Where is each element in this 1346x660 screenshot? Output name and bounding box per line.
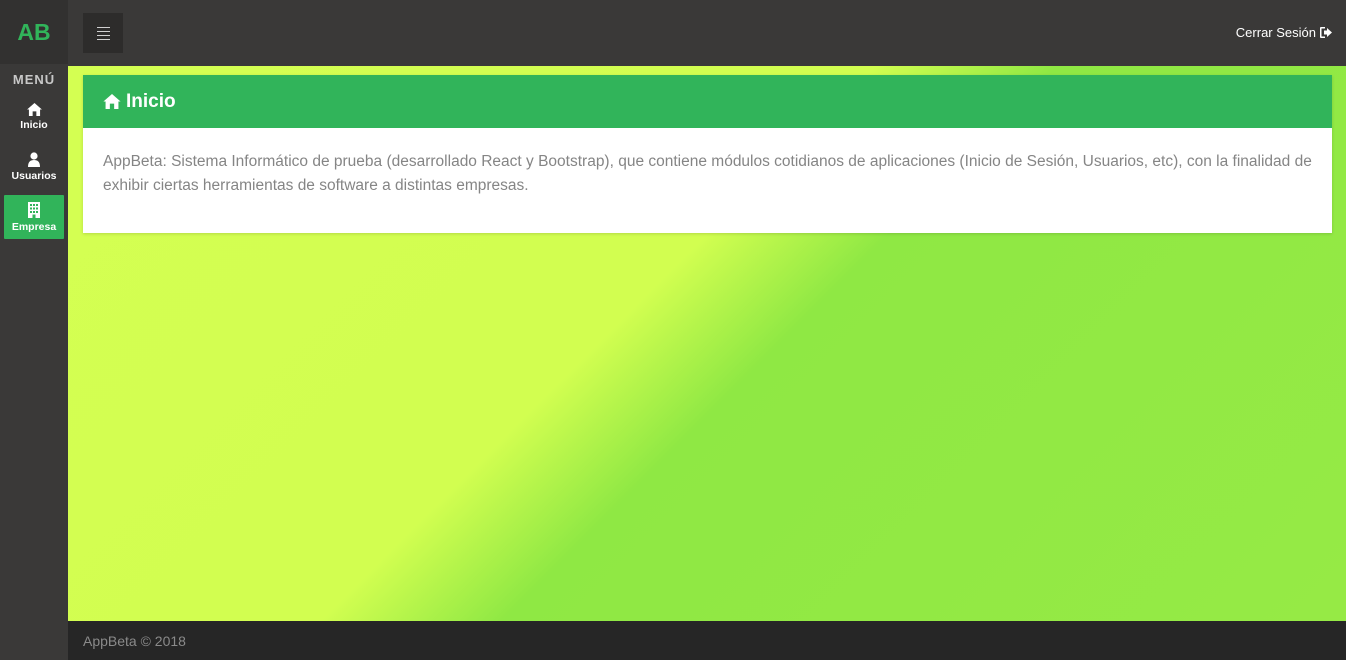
sidebar-item-usuarios[interactable]: Usuarios [4, 145, 64, 189]
hamburger-icon [96, 26, 110, 28]
panel-title: Inicio [126, 90, 176, 112]
panel-description: AppBeta: Sistema Informático de prueba (… [103, 153, 1312, 194]
hamburger-icon-bar [96, 30, 110, 32]
main-content: Inicio AppBeta: Sistema Informático de p… [68, 66, 1346, 621]
logout-button[interactable]: Cerrar Sesión [1236, 25, 1332, 40]
footer: AppBeta © 2018 [68, 621, 1346, 660]
hamburger-icon-bar [96, 34, 110, 36]
sidebar-item-label: Inicio [20, 119, 48, 131]
menu-title: MENÚ [12, 72, 56, 87]
hamburger-icon-bar [96, 38, 110, 40]
menu-toggle-button[interactable] [83, 13, 123, 53]
home-icon [103, 94, 121, 109]
logout-label: Cerrar Sesión [1235, 25, 1316, 40]
sidebar-item-label: Usuarios [11, 170, 57, 182]
home-icon [26, 103, 42, 116]
sidebar-item-empresa[interactable]: Empresa [4, 195, 64, 239]
user-icon [28, 152, 40, 167]
sign-out-icon [1320, 27, 1332, 38]
panel-header: Inicio [83, 75, 1332, 128]
brand-logo[interactable]: AB [0, 0, 68, 64]
sidebar-item-label: Empresa [11, 220, 57, 233]
sidebar-item-inicio[interactable]: Inicio [4, 95, 64, 139]
building-icon [28, 201, 40, 218]
sidebar: AB MENÚ Inicio Usuarios Empresa [0, 0, 68, 660]
welcome-panel: Inicio AppBeta: Sistema Informático de p… [83, 75, 1332, 233]
footer-text: AppBeta © 2018 [83, 632, 186, 649]
topbar: Cerrar Sesión [68, 0, 1346, 66]
